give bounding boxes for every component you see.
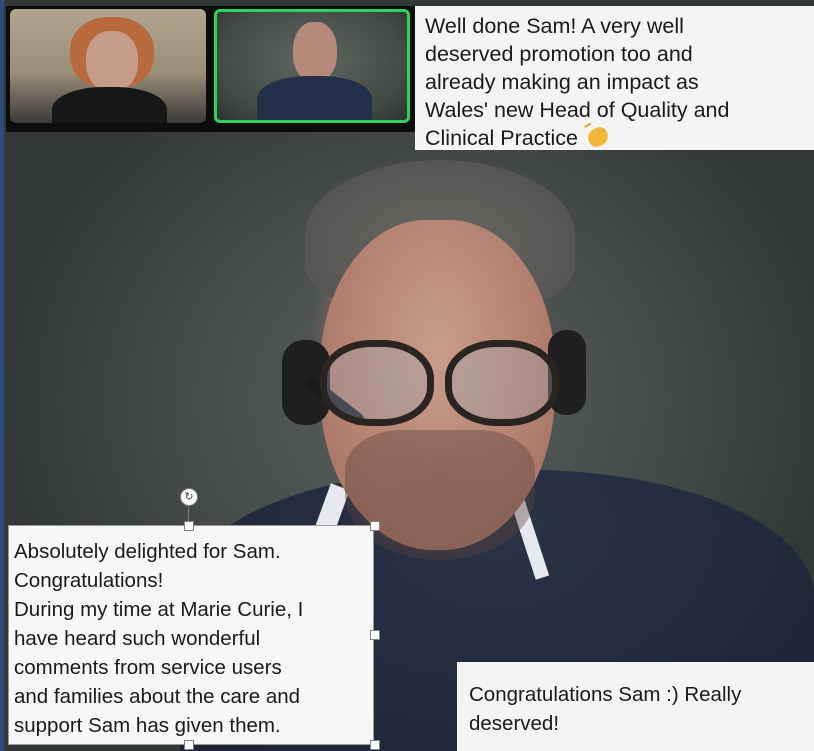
resize-handle-bottom[interactable] [184,740,194,750]
glasses-lens-left [320,340,434,426]
resize-handle-top-right[interactable] [370,521,380,531]
clapping-hands-icon [584,126,614,148]
caption-line: Congratulations! [14,569,164,592]
participant-thumbnail-strip [6,6,415,132]
caption-line: and families about the care and [14,685,301,708]
caption-line: During my time at Marie Curie, I [14,598,304,621]
caption-line-text: Clinical Practice [425,126,578,150]
caption-line-last: Clinical Practice [425,124,814,152]
participant-2-body [257,76,372,120]
caption-bottom-right: Congratulations Sam :) Really deserved! [457,662,814,751]
glasses-lens-right [445,340,559,426]
resize-handle-top[interactable] [184,521,194,531]
caption-top-right: Well done Sam! A very well deserved prom… [415,6,814,150]
caption-line: already making an impact as [425,70,699,94]
resize-handle-bottom-right[interactable] [370,740,380,750]
caption-line: deserved promotion too and [425,42,693,66]
caption-line: Wales' new Head of Quality and [425,98,730,122]
participant-1-body [52,87,167,123]
participant-2-face [293,22,337,82]
caption-line: support Sam has given them. [14,714,281,737]
caption-bottom-left-textbox[interactable]: Absolutely delighted for Sam. Congratula… [8,525,374,745]
participant-1-face [86,31,138,91]
participant-thumbnail-2-active[interactable] [214,9,410,123]
caption-line: Congratulations Sam :) Really [469,683,742,706]
caption-line: deserved! [469,712,560,735]
rotate-handle-icon[interactable]: ↻ [180,488,198,506]
caption-line: Well done Sam! A very well [425,14,684,38]
caption-line: have heard such wonderful [14,627,261,650]
window-edge [0,0,4,751]
caption-line: Absolutely delighted for Sam. [14,540,281,563]
speaker-glasses [320,340,559,426]
resize-handle-right[interactable] [370,630,380,640]
participant-thumbnail-1[interactable] [10,9,206,123]
caption-line: comments from service users [14,656,282,679]
